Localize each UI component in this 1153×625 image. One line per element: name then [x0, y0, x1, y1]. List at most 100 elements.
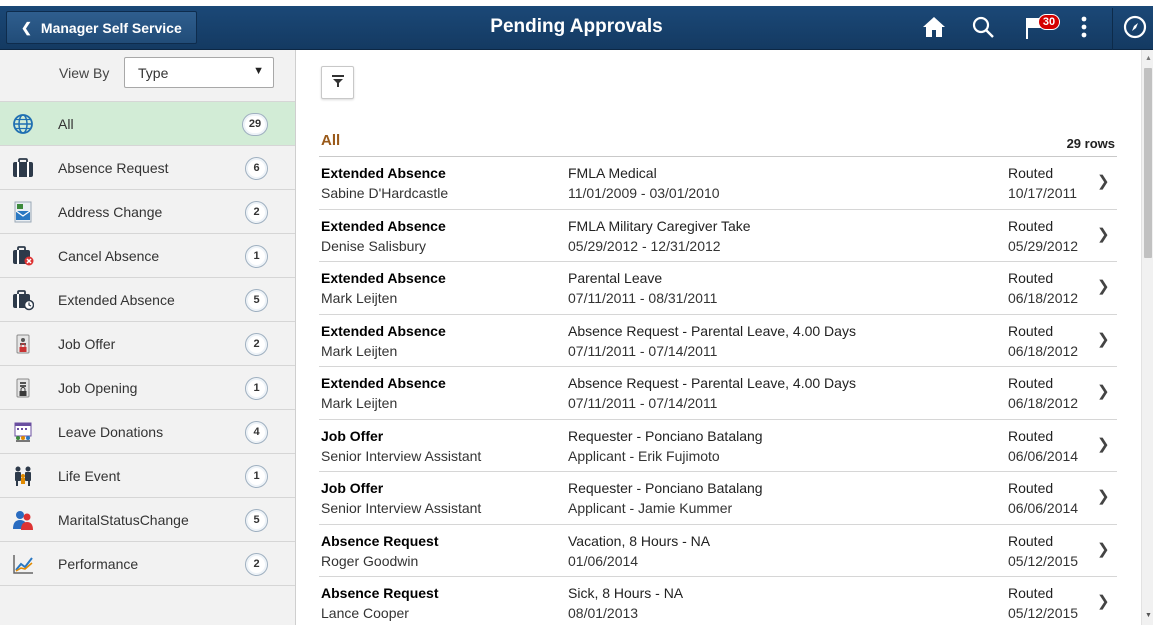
count-badge: 1 — [245, 245, 268, 268]
notification-badge: 30 — [1038, 14, 1060, 30]
list-item[interactable]: Extended Absence Mark Leijten Parental Le… — [319, 262, 1117, 315]
approval-subject: Mark Leijten — [321, 342, 398, 359]
sidebar-item-extended-absence[interactable]: Extended Absence 5 — [0, 278, 295, 322]
scrollbar-thumb[interactable] — [1144, 68, 1152, 258]
list-item[interactable]: Extended Absence Mark Leijten Absence Req… — [319, 315, 1117, 367]
count-badge: 2 — [245, 553, 268, 576]
approval-type: Extended Absence — [321, 217, 446, 234]
scroll-up-arrow-icon[interactable]: ▲ — [1145, 55, 1152, 62]
approval-status: Routed — [1008, 585, 1054, 601]
filter-button[interactable] — [321, 66, 354, 99]
approval-type: Extended Absence — [321, 165, 446, 181]
sidebar-item-performance[interactable]: Performance 2 — [0, 542, 295, 586]
list-item[interactable]: Absence Request Lance Cooper Sick, 8 Hour… — [319, 577, 1117, 625]
view-by-bar: View By Type ▼ — [0, 50, 295, 102]
sidebar-item-job-offer[interactable]: Job Offer 2 — [0, 322, 295, 366]
approval-type-list: All 29 Absence Request 6 Address Change … — [0, 102, 295, 586]
approval-detail: Vacation, 8 Hours - NA — [568, 532, 711, 549]
approval-date: 06/18/2012 — [1008, 290, 1079, 306]
chevron-right-icon: ❯ — [1097, 488, 1110, 505]
approval-status: Routed — [1008, 217, 1054, 234]
vertical-scrollbar[interactable]: ▲ ▼ — [1141, 50, 1153, 625]
calendar-people-icon — [11, 420, 35, 444]
approval-date: 06/18/2012 — [1008, 395, 1079, 411]
list-item[interactable]: Job Offer Senior Interview Assistant Requ… — [319, 472, 1117, 525]
sidebar-item-label: All — [58, 116, 74, 132]
sidebar-item-leave-donations[interactable]: Leave Donations 4 — [0, 410, 295, 454]
back-button[interactable]: ❮ Manager Self Service — [6, 11, 197, 44]
approval-dates: 01/06/2014 — [568, 552, 639, 569]
approval-detail: Requester - Ponciano Batalang — [568, 427, 763, 444]
sidebar-item-label: Job Offer — [58, 336, 116, 352]
rows-count: 29 rows — [1066, 136, 1115, 151]
count-badge: 1 — [245, 377, 268, 400]
sidebar-item-all[interactable]: All 29 — [0, 102, 295, 146]
approval-status: Routed — [1008, 375, 1054, 391]
envelope-icon — [11, 200, 35, 224]
approval-subject: Senior Interview Assistant — [321, 447, 482, 464]
list-item[interactable]: Absence Request Roger Goodwin Vacation, 8… — [319, 525, 1117, 577]
sidebar-item-label: Job Opening — [58, 380, 138, 396]
sidebar-item-label: Performance — [58, 556, 139, 572]
chevron-left-icon: ❮ — [21, 19, 32, 35]
list-item[interactable]: Extended Absence Sabine D'Hardcastle FMLA… — [319, 157, 1117, 210]
count-badge: 29 — [242, 113, 268, 136]
count-badge: 4 — [245, 421, 268, 444]
family-icon — [11, 464, 35, 488]
sidebar-item-address-change[interactable]: Address Change 2 — [0, 190, 295, 234]
chevron-right-icon: ❯ — [1097, 593, 1110, 610]
approval-date: 06/06/2014 — [1008, 500, 1079, 516]
sidebar-item-job-opening[interactable]: Job Opening 1 — [0, 366, 295, 410]
back-button-label: Manager Self Service — [40, 19, 182, 36]
approval-subject: Lance Cooper — [321, 605, 409, 621]
sidebar-item-life-event[interactable]: Life Event 1 — [0, 454, 295, 498]
approval-date: 05/12/2015 — [1008, 552, 1079, 569]
approval-detail: FMLA Military Caregiver Take — [568, 217, 751, 234]
approval-type: Extended Absence — [321, 270, 446, 286]
flag-icon[interactable]: 30 — [1016, 12, 1062, 42]
approval-detail: Sick, 8 Hours - NA — [568, 585, 684, 601]
sidebar-item-marital-status-change[interactable]: MaritalStatusChange 5 — [0, 498, 295, 542]
approval-subject: Denise Salisbury — [321, 237, 427, 254]
approval-detail: FMLA Medical — [568, 165, 657, 181]
briefcase-cancel-icon — [11, 244, 35, 268]
approval-subject: Mark Leijten — [321, 395, 398, 411]
sidebar-item-absence-request[interactable]: Absence Request 6 — [0, 146, 295, 190]
approval-status: Routed — [1008, 480, 1054, 496]
sidebar-item-label: Address Change — [58, 204, 163, 220]
approval-type: Extended Absence — [321, 375, 446, 391]
approval-status: Routed — [1008, 165, 1054, 181]
sidebar-item-label: Cancel Absence — [58, 248, 160, 264]
briefcase-icon — [11, 156, 35, 180]
kebab-menu-icon[interactable] — [1074, 12, 1094, 42]
list-item[interactable]: Extended Absence Denise Salisbury FMLA Mi… — [319, 210, 1117, 262]
sidebar: View By Type ▼ All 29 Absence Request 6 … — [0, 50, 296, 625]
filter-icon — [331, 74, 345, 91]
approval-date: 05/29/2012 — [1008, 237, 1079, 254]
approval-subject: Sabine D'Hardcastle — [321, 185, 449, 201]
badge-lock-icon — [11, 376, 35, 400]
chevron-right-icon: ❯ — [1097, 383, 1110, 400]
approval-date: 06/06/2014 — [1008, 447, 1079, 464]
list-item[interactable]: Extended Absence Mark Leijten Absence Req… — [319, 367, 1117, 420]
home-icon[interactable] — [917, 12, 951, 42]
search-icon[interactable] — [967, 12, 999, 42]
approval-dates: 07/11/2011 - 08/31/2011 — [568, 290, 718, 306]
count-badge: 2 — [245, 333, 268, 356]
approval-date: 05/12/2015 — [1008, 605, 1079, 621]
view-by-select[interactable]: Type ▼ — [124, 57, 274, 88]
count-badge: 5 — [245, 289, 268, 312]
main-content: All 29 rows Extended Absence Sabine D'Har… — [297, 50, 1141, 625]
list-item[interactable]: Job Offer Senior Interview Assistant Requ… — [319, 420, 1117, 472]
sidebar-item-label: Life Event — [58, 468, 121, 484]
globe-icon — [11, 112, 35, 136]
sidebar-item-cancel-absence[interactable]: Cancel Absence 1 — [0, 234, 295, 278]
header-top-strip — [0, 0, 1153, 6]
approval-subject: Senior Interview Assistant — [321, 500, 482, 516]
navbar-compass-icon[interactable] — [1120, 12, 1150, 42]
sidebar-item-label: Extended Absence — [58, 292, 175, 308]
scroll-down-arrow-icon[interactable]: ▼ — [1145, 612, 1152, 619]
approval-date: 10/17/2011 — [1008, 185, 1078, 201]
count-badge: 2 — [245, 201, 268, 224]
badge-lock-icon — [11, 332, 35, 356]
